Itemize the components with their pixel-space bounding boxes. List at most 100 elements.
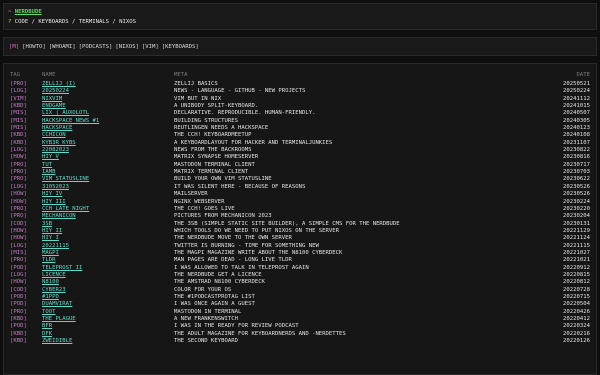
row-meta: THE MAGPI MAGAZINE WRITE ABOUT THE N8100… [174, 249, 343, 256]
row-link[interactable]: DFK [42, 331, 52, 338]
row-date: 20241015 [563, 103, 590, 110]
row-tag: [PRO] [10, 81, 27, 87]
row-date: 20221129 [563, 227, 590, 234]
row-tag: [HOW] [10, 235, 27, 242]
nav-item-keyboards[interactable]: [KEYBOARDS] [162, 44, 199, 51]
row-tag: [MIS] [10, 110, 27, 117]
nav-item-vim[interactable]: [VIM] [142, 44, 159, 51]
row-meta: NEWS - LANGUAGE - GITHUB - NEW PROJECTS [174, 88, 306, 95]
row-link[interactable]: 22082023 [42, 147, 69, 154]
row-link[interactable]: 20221115 [42, 243, 69, 250]
row-meta: I WAS IN THE READY FOR REVIEW PODCAST [174, 323, 299, 330]
row-date: 20230816 [563, 154, 590, 161]
row-meta: A UNIBODY SPLIT-KEYBOARD. [174, 103, 259, 110]
row-link[interactable]: 3SB [42, 221, 52, 228]
row-tag: [PRO] [10, 257, 27, 264]
table-row: [KBD] DFK THE ADULT MAGAZINE FOR KEYBOARDN… [4, 330, 596, 339]
row-link[interactable]: KYB3R KYBS [42, 140, 76, 147]
row-date: 20240507 [563, 110, 590, 117]
nav-item-whoami[interactable]: [WHOAMI] [49, 44, 76, 51]
row-meta: VIM BUT IN NIX [174, 95, 222, 102]
logo-mark: ~ [8, 9, 12, 15]
row-link[interactable]: CYBER23 [42, 287, 66, 294]
row-link[interactable]: IAMB [42, 170, 55, 176]
table-row: [MIS] HACKSPACE NEWS #1 BUILDING STRUCTURE… [4, 117, 596, 126]
row-tag: [PRO] [10, 205, 27, 212]
row-link[interactable]: HIY I [42, 236, 59, 242]
row-link[interactable]: MAGPI [42, 250, 59, 257]
logo-name[interactable]: NERDBUDE [15, 9, 42, 15]
row-date: 20230220 [563, 205, 590, 212]
row-date: 20230526 [563, 191, 590, 198]
table-row: [HOW] HIY II WHICH TOOLS DO WE NEED TO PUT… [4, 227, 596, 236]
table-row: [MIS] HACKSPACE REUTLINGEN NEEDS A HACKSPA… [4, 125, 596, 133]
row-tag: [KBD] [10, 330, 27, 337]
row-date: 20220715 [563, 293, 590, 300]
row-link[interactable]: BFR [42, 324, 52, 330]
row-link[interactable]: MECHANICON [42, 214, 76, 220]
row-link[interactable]: LICENCE [42, 272, 66, 279]
row-tag: [MIS] [10, 117, 27, 124]
row-link[interactable]: ENDGAME [42, 103, 66, 110]
nav-item-podcasts[interactable]: [PODCASTS] [79, 44, 113, 51]
row-meta: MATRIX SYNAPSE HOMESERVER [174, 154, 259, 161]
row-meta: NGINX WEBSERVER [174, 198, 225, 205]
row-tag: [KBD] [10, 316, 27, 322]
row-link[interactable]: HIY II [42, 228, 62, 235]
row-link[interactable]: HACKSPACE [42, 125, 72, 132]
table-row: [HOW] HIY IV MAILSERVER 20230526 [4, 192, 596, 199]
site-logo[interactable]: ~ NERDBUDE [8, 9, 42, 16]
row-tag: [PRO] [10, 308, 27, 315]
row-link[interactable]: THE PLAGUE [42, 316, 76, 323]
row-tag: [MIS] [10, 125, 27, 132]
table-row: [VIM] NIXVIM VIM BUT IN NIX 20241112 [4, 95, 596, 104]
row-link[interactable]: ZELLIJ (I) [42, 81, 76, 88]
row-link[interactable]: ZWEIDIBLE [42, 338, 72, 345]
row-link[interactable]: TUT [42, 162, 52, 169]
row-tag: [MIS] [10, 249, 27, 256]
row-date: 20220812 [563, 279, 590, 286]
row-tag: [LOG] [10, 88, 27, 95]
row-link[interactable]: TELEPROST II [42, 265, 82, 272]
row-meta: MASTODON IN TERMINAL [174, 308, 242, 315]
row-meta: THE NERDBUDE MOVE TO THE OWN SERVER [174, 235, 292, 242]
row-meta: PICTURES FROM MECHANICON 2023 [174, 213, 272, 220]
row-link[interactable]: VIM STATUSLINE [42, 177, 89, 183]
row-link[interactable]: HIY V [42, 155, 59, 161]
row-tag: [POD] [10, 301, 27, 308]
row-meta: REUTLINGEN NEEDS A HACKSPACE [174, 125, 269, 132]
row-meta: WHICH TOOLS DO WE NEED TO PUT NIXOS ON T… [174, 227, 340, 234]
row-link[interactable]: HIY IV [42, 192, 62, 198]
table-row: [LOG] LICENCE THE NERDBUDE GET A LICENCE 20… [4, 271, 596, 280]
breadcrumb-text: CODE / KEYBOARDS / TERMINALS / NIXOS [14, 19, 136, 25]
row-tag: [LOG] [10, 242, 27, 249]
row-link[interactable]: CCHICON [42, 133, 66, 139]
row-link[interactable]: N8100 [42, 280, 59, 286]
nav-item-howto[interactable]: [HOWTO] [22, 44, 46, 51]
row-date: 20220324 [563, 323, 590, 330]
row-link[interactable]: #1PPD [42, 294, 59, 301]
row-link[interactable]: CCH LATE NIGHT [42, 206, 89, 213]
row-link[interactable]: NIXVIM [42, 96, 62, 103]
row-date: 20220815 [563, 271, 590, 278]
row-date: 20230622 [563, 176, 590, 183]
row-meta: THE CCH! KEYBOARDMEETUP [174, 132, 252, 139]
table-row: [COD] CYBER23 COLOR FOR YOUR OS 20220728 [4, 287, 596, 295]
row-link[interactable]: TOOT [42, 309, 55, 316]
table-body: [PRO] ZELLIJ (I) ZELLIJ BASICS 20250521 [LOG… [4, 81, 596, 346]
row-link[interactable]: DUAMVIRAT [42, 302, 72, 308]
row-link[interactable]: 31052023 [42, 184, 69, 191]
table-row: [PRO] CCH LATE NIGHT THE CCH! GOES LIVE 202… [4, 205, 596, 214]
row-link[interactable]: LIX | AUXOLOTL [42, 111, 89, 117]
row-date: 20240123 [563, 125, 590, 132]
row-link[interactable]: HIY III [42, 199, 66, 206]
nav-item-nixos[interactable]: [NIXOS] [115, 44, 139, 51]
row-link[interactable]: 20250224 [42, 89, 69, 95]
table-row: [HOW] N8100 THE AMSTRAD N8100 CYBERDECK 202… [4, 280, 596, 287]
row-link[interactable]: TLDR [42, 258, 55, 264]
nav-item-m[interactable]: [M] [9, 44, 19, 51]
row-link[interactable]: HACKSPACE NEWS #1 [42, 118, 99, 125]
row-meta: THE AMSTRAD N8100 CYBERDECK [174, 279, 265, 286]
row-tag: [POD] [10, 323, 27, 330]
row-meta: NEWS FROM THE BACKROOMS [174, 147, 252, 154]
